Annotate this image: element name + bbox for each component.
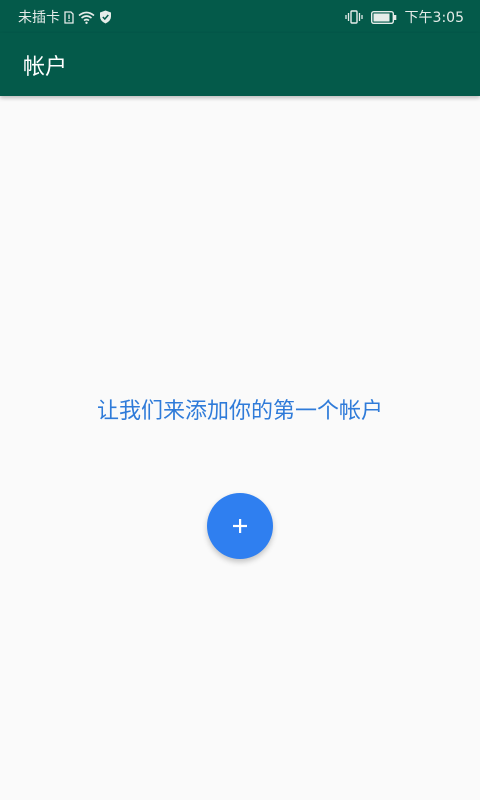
shield-check-icon [99,10,112,24]
battery-icon [370,10,397,24]
status-bar: 未插卡 下午3:05 [0,0,480,33]
wifi-icon [78,11,95,24]
vibrate-icon [344,10,363,24]
page-title: 帐户 [23,55,68,80]
status-left: 未插卡 [18,7,112,27]
plus-icon [233,519,247,533]
carrier-text: 未插卡 [18,10,60,26]
status-time: 下午3:05 [404,10,464,26]
add-account-button[interactable] [207,493,273,559]
accounts-screen: 未插卡 下午3:05 帐户 让我们来添加你的第一个帐户 [0,0,480,800]
empty-state-message: 让我们来添加你的第一个帐户 [96,399,383,424]
sim-alert-icon [64,10,74,24]
status-right: 下午3:05 [344,7,464,27]
app-bar: 帐户 [0,33,480,96]
